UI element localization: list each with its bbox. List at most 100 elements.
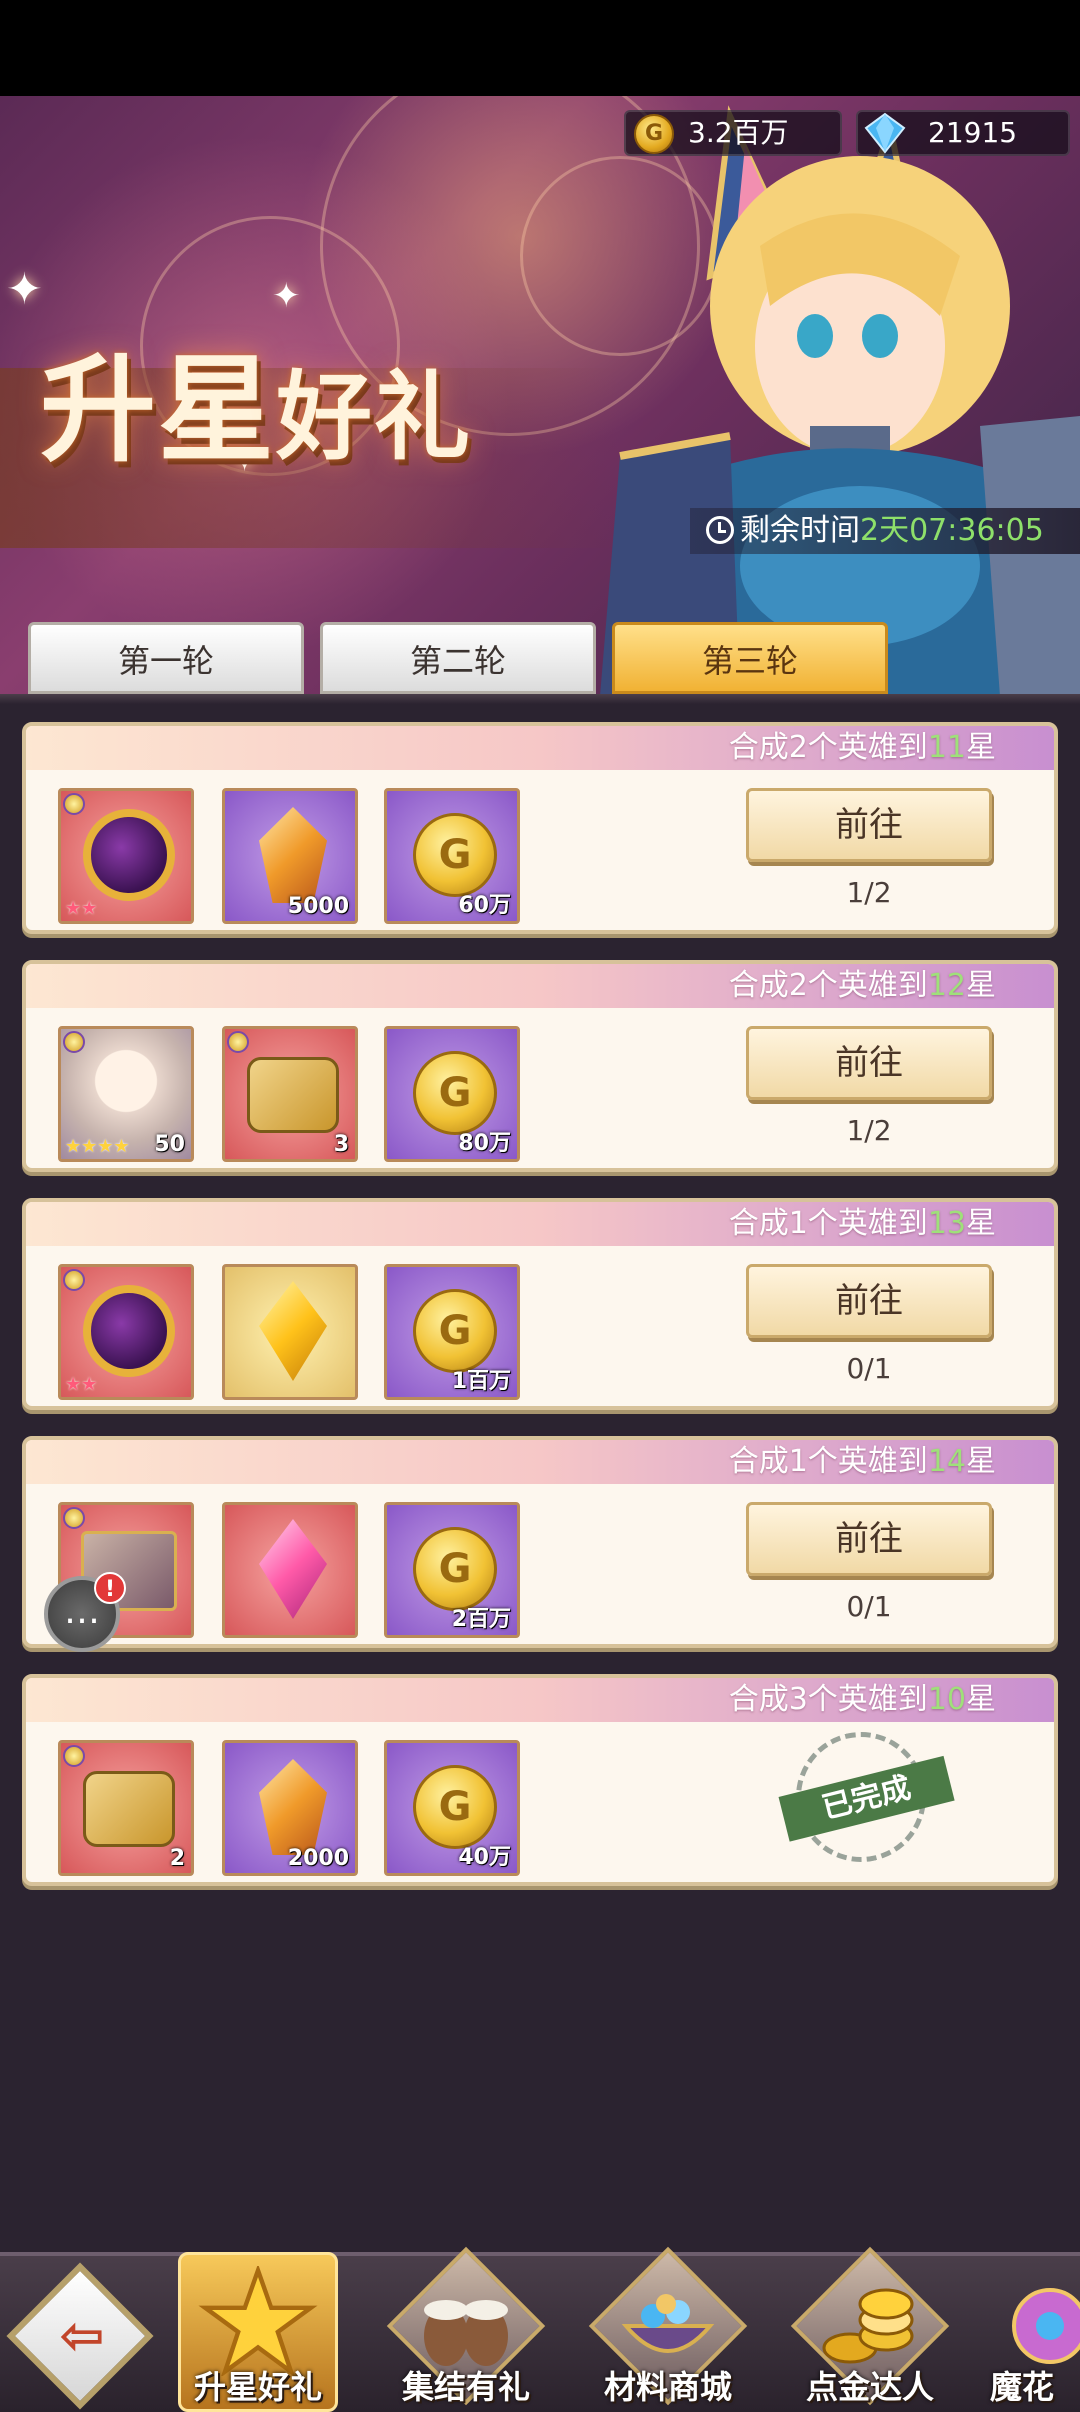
- nav-label: 点金达人: [805, 2368, 934, 2406]
- reward-item[interactable]: G 1百万: [384, 1264, 520, 1400]
- tab-round-3[interactable]: 第三轮: [612, 622, 888, 694]
- quality-badge-icon: [227, 1031, 249, 1053]
- quality-badge-icon: [63, 793, 85, 815]
- reward-quantity: 60万: [458, 893, 511, 918]
- quality-badge-icon: [63, 1269, 85, 1291]
- star-orb-icon: [83, 1285, 175, 1377]
- task-progress: 0/1: [846, 1590, 892, 1623]
- reward-item[interactable]: ★★: [58, 788, 194, 924]
- task-card: 合成3个英雄到10星 2 2000 G 40万 已完成: [22, 1674, 1058, 1886]
- reward-item[interactable]: G 60万: [384, 788, 520, 924]
- go-button[interactable]: 前往: [746, 1264, 992, 1338]
- exit-icon: ⇦: [59, 2304, 105, 2367]
- task-title-text: 星: [966, 968, 996, 1003]
- task-title-text: 星: [966, 730, 996, 765]
- gold-counter[interactable]: G 3.2百万: [624, 110, 842, 156]
- amber-crystal-icon: [259, 807, 327, 903]
- go-button[interactable]: 前往: [746, 1502, 992, 1576]
- reward-item[interactable]: ★★: [58, 1264, 194, 1400]
- task-star-target: 14: [927, 1444, 966, 1479]
- reward-item[interactable]: 2: [58, 1740, 194, 1876]
- nav-label: 魔花: [990, 2368, 1055, 2406]
- reward-item[interactable]: 2000: [222, 1740, 358, 1876]
- gold-coin-icon: G: [634, 114, 674, 154]
- task-title: 合成1个英雄到13星: [729, 1202, 996, 1246]
- magic-flower-icon: [1012, 2288, 1080, 2364]
- go-button[interactable]: 前往: [746, 1026, 992, 1100]
- tab-label: 第二轮: [409, 642, 506, 680]
- task-card: 合成1个英雄到14星 G 2百万 前往 0/1: [22, 1436, 1058, 1648]
- timer-label: 剩余时间: [740, 513, 860, 548]
- task-title: 合成2个英雄到12星: [729, 964, 996, 1008]
- gold-coin-icon: G: [413, 1051, 497, 1135]
- chat-button[interactable]: … !: [44, 1572, 126, 1652]
- diamond-counter[interactable]: 21915: [856, 110, 1070, 156]
- timer-clock: 07:36:05: [909, 513, 1044, 548]
- banner-title: 升星好礼: [40, 316, 472, 484]
- completed-stamp: 已完成: [778, 1718, 955, 1876]
- reward-quantity: 2: [169, 1846, 185, 1871]
- banner-title-part: 升星: [40, 342, 276, 478]
- quality-badge-icon: [63, 1031, 85, 1053]
- nav-item-material-shop[interactable]: 材料商城: [578, 2246, 758, 2412]
- tab-divider: [0, 694, 1080, 704]
- task-card: 合成2个英雄到11星 ★★ 5000 G 60万 前往 1/2: [22, 722, 1058, 934]
- reward-item[interactable]: [222, 1264, 358, 1400]
- reward-quantity: 50: [154, 1132, 185, 1157]
- task-card: 合成1个英雄到13星 ★★ G 1百万 前往 0/1: [22, 1198, 1058, 1410]
- reward-quantity: 3: [333, 1132, 349, 1157]
- tab-round-2[interactable]: 第二轮: [320, 622, 596, 694]
- task-title-text: 合成2个英雄到: [728, 730, 928, 765]
- reward-item[interactable]: G 80万: [384, 1026, 520, 1162]
- task-title-text: 合成1个英雄到: [728, 1206, 928, 1241]
- reward-item[interactable]: G 40万: [384, 1740, 520, 1876]
- task-progress: 1/2: [846, 1114, 892, 1147]
- nav-label: 材料商城: [603, 2368, 732, 2406]
- reward-quantity: 5000: [287, 894, 349, 919]
- status-bar: [0, 0, 1080, 96]
- reward-item[interactable]: [222, 1502, 358, 1638]
- task-title-text: 星: [966, 1206, 996, 1241]
- pink-gem-icon: [259, 1519, 327, 1619]
- task-progress: 1/2: [846, 876, 892, 909]
- sparkle-icon: ✦: [6, 264, 43, 315]
- task-title: 合成3个英雄到10星: [729, 1678, 996, 1722]
- barrel-icon: [424, 2300, 508, 2366]
- remaining-time: 剩余时间2天07:36:05: [690, 508, 1080, 554]
- go-button[interactable]: 前往: [746, 788, 992, 862]
- nav-item-gold-master[interactable]: 点金达人: [780, 2246, 960, 2412]
- reward-quantity: 2000: [287, 1846, 349, 1871]
- nav-item-magic-flower[interactable]: 魔花: [980, 2252, 1080, 2412]
- tab-round-1[interactable]: 第一轮: [28, 622, 304, 694]
- gold-coin-icon: G: [413, 1765, 497, 1849]
- notification-badge: !: [94, 1572, 126, 1604]
- timer-days: 2天: [860, 513, 910, 548]
- task-card: 合成2个英雄到12星 ★★★★ 50 3 G 80万 前往 1/2: [22, 960, 1058, 1172]
- reward-item[interactable]: ★★★★ 50: [58, 1026, 194, 1162]
- gold-coin-icon: G: [413, 1289, 497, 1373]
- event-banner: ✦ ✦ ✦ 升星好礼: [0, 96, 1080, 696]
- task-star-target: 13: [927, 1206, 966, 1241]
- task-title-text: 星: [966, 1444, 996, 1479]
- nav-item-star-upgrade[interactable]: 升星好礼: [178, 2252, 358, 2412]
- reward-item[interactable]: 3: [222, 1026, 358, 1162]
- hero-illustration: [600, 105, 1080, 696]
- tab-label: 第三轮: [701, 642, 798, 680]
- reward-item[interactable]: 5000: [222, 788, 358, 924]
- task-title: 合成2个英雄到11星: [729, 726, 996, 770]
- reward-quantity: 2百万: [451, 1607, 511, 1632]
- task-title-text: 合成1个英雄到: [728, 1444, 928, 1479]
- yellow-gem-icon: [259, 1281, 327, 1381]
- task-star-target: 11: [927, 730, 966, 765]
- quality-badge-icon: [63, 1745, 85, 1767]
- star-icon: [198, 2266, 318, 2376]
- star-rating-icon: ★★★★: [65, 1136, 130, 1157]
- task-title-text: 合成3个英雄到: [728, 1682, 928, 1717]
- reward-item[interactable]: G 2百万: [384, 1502, 520, 1638]
- gold-amount: 3.2百万: [688, 116, 789, 149]
- diamond-amount: 21915: [928, 116, 1018, 149]
- gold-coin-icon: G: [413, 813, 497, 897]
- coin-stack-icon: [822, 2288, 914, 2364]
- puzzle-piece-icon: [83, 1771, 175, 1847]
- nav-item-gathering-gift[interactable]: 集结有礼: [376, 2246, 556, 2412]
